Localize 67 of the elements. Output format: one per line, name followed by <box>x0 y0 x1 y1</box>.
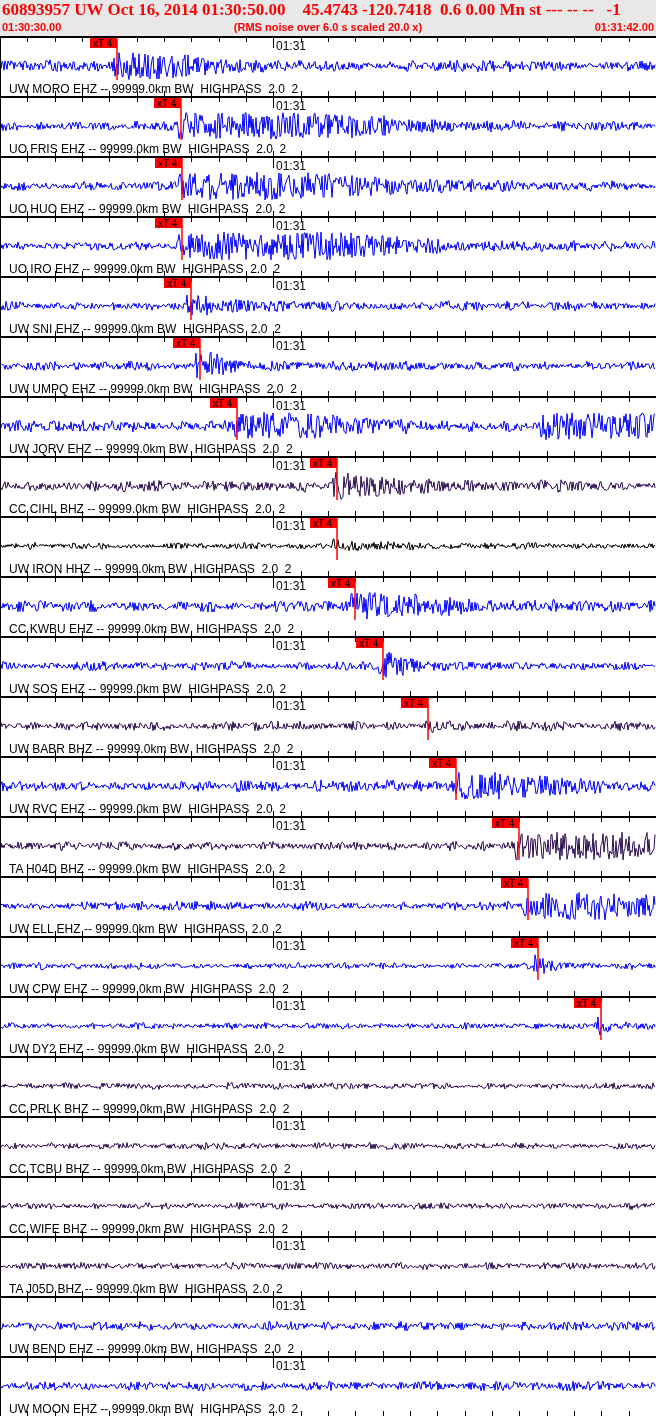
station-label: UW RVC EHZ -- 99999.0km BW HIGHPASS 2.0 2 <box>9 802 286 816</box>
start-time: 01:30:30.00 <box>2 20 62 35</box>
pick-flag: xT 4 <box>155 218 182 229</box>
time-label: 01:31 <box>276 879 307 893</box>
time-label: 01:31 <box>276 459 307 473</box>
station-label: UW CPW EHZ -- 99999.0km BW HIGHPASS 2.0 2 <box>9 982 289 996</box>
pick-flag: xT 4 <box>310 458 337 469</box>
station-label: UW UMPQ EHZ -- 99999.0km BW HIGHPASS 2.0 2 <box>9 382 297 396</box>
time-label: 01:31 <box>276 639 307 653</box>
time-label: 01:31 <box>276 1059 307 1073</box>
time-label: 01:31 <box>276 579 307 593</box>
pick-flag: xT 4 <box>492 818 519 829</box>
time-label: 01:31 <box>276 759 307 773</box>
pick-flag: xT 4 <box>401 698 428 709</box>
station-label: CC CIHL BHZ -- 99999.0km BW HIGHPASS 2.0 2 <box>9 502 286 516</box>
time-label: 01:31 <box>276 1299 307 1313</box>
station-label: UW BABR BHZ -- 99999.0km BW HIGHPASS 2.0 2 <box>9 742 294 756</box>
time-label: 01:31 <box>276 39 307 53</box>
pick-flag: xT 4 <box>164 278 191 289</box>
station-label: UW BEND EHZ -- 99999.0km BW HIGHPASS 2.0 2 <box>9 1342 295 1356</box>
station-label: CC KWBU EHZ -- 99999.0km BW HIGHPASS 2.0 2 <box>9 622 295 636</box>
time-label: 01:31 <box>276 1239 307 1253</box>
station-label: CC PRLK BHZ -- 99999.0km BW HIGHPASS 2.0 2 <box>9 1102 290 1116</box>
pick-flag: xT 4 <box>511 938 538 949</box>
station-label: UW JQRV EHZ -- 99999.0km BW HIGHPASS 2.0 2 <box>9 442 293 456</box>
pick-flag: xT 4 <box>574 998 601 1009</box>
time-label: 01:31 <box>276 1119 307 1133</box>
station-label: TA H04D BHZ -- 99999.0km BW HIGHPASS 2.0 2 <box>9 862 286 876</box>
station-label: UW SNI EHZ -- 99999.0km BW HIGHPASS 2.0 2 <box>9 322 281 336</box>
station-label: UW MOON EHZ -- 99999.0km BW HIGHPASS 2.0 2 <box>9 1402 299 1416</box>
pick-flag: xT 4 <box>356 638 383 649</box>
time-label: 01:31 <box>276 1359 307 1373</box>
station-label: CC WIFE BHZ -- 99999.0km BW HIGHPASS 2.0 2 <box>9 1222 289 1236</box>
time-label: 01:31 <box>276 519 307 533</box>
time-label: 01:31 <box>276 279 307 293</box>
pick-flag: xT 4 <box>501 878 528 889</box>
pick-flag: xT 4 <box>155 158 182 169</box>
end-time: 01:31:42.00 <box>594 20 654 35</box>
time-label: 01:31 <box>276 699 307 713</box>
pick-flag: xT 4 <box>90 38 117 49</box>
station-label: UW IRON HHZ -- 99999.0km BW HIGHPASS 2.0 2 <box>9 562 292 576</box>
station-label: UW DY2 EHZ -- 99999.0km BW HIGHPASS 2.0 2 <box>9 1042 285 1056</box>
pick-flag: xT 4 <box>173 338 200 349</box>
pick-flag: xT 4 <box>328 578 355 589</box>
time-label: 01:31 <box>276 939 307 953</box>
station-label: UW ELL EHZ -- 99999.0km BW HIGHPASS 2.0 2 <box>9 922 282 936</box>
station-label: TA J05D BHZ -- 99999.0km BW HIGHPASS 2.0 2 <box>9 1282 283 1296</box>
event-title: 60893957 UW Oct 16, 2014 01:30:50.00 45.4743 -120.7418 0.6 0.00 Mn st --- -- -- -1 <box>2 0 622 20</box>
time-label: 01:31 <box>276 1179 307 1193</box>
time-label: 01:31 <box>276 339 307 353</box>
station-label: UO HUO EHZ -- 99999.0km BW HIGHPASS 2.0 2 <box>9 202 286 216</box>
time-label: 01:31 <box>276 999 307 1013</box>
noise-caption: (RMS noise over 6.0 s scaled 20.0 x) <box>233 20 423 35</box>
pick-flag: xT 4 <box>429 758 456 769</box>
pick-flag: xT 4 <box>310 518 337 529</box>
station-label: CC TCBU BHZ -- 99999.0km BW HIGHPASS 2.0 2 <box>9 1162 291 1176</box>
time-label: 01:31 <box>276 819 307 833</box>
station-label: UO FRIS EHZ -- 99999.0km BW HIGHPASS 2.0 2 <box>9 142 287 156</box>
pick-flag: xT 4 <box>154 98 181 109</box>
station-label: UO IRO EHZ -- 99999.0km BW HIGHPASS 2.0 2 <box>9 262 281 276</box>
station-label: UW MORO EHZ -- 99999.0km BW HIGHPASS 2.0 2 <box>9 82 299 96</box>
time-label: 01:31 <box>276 99 307 113</box>
time-label: 01:31 <box>276 219 307 233</box>
time-label: 01:31 <box>276 399 307 413</box>
station-label: UW SOS EHZ -- 99999.0km BW HIGHPASS 2.0 2 <box>9 682 287 696</box>
time-label: 01:31 <box>276 159 307 173</box>
pick-flag: xT 4 <box>210 398 237 409</box>
